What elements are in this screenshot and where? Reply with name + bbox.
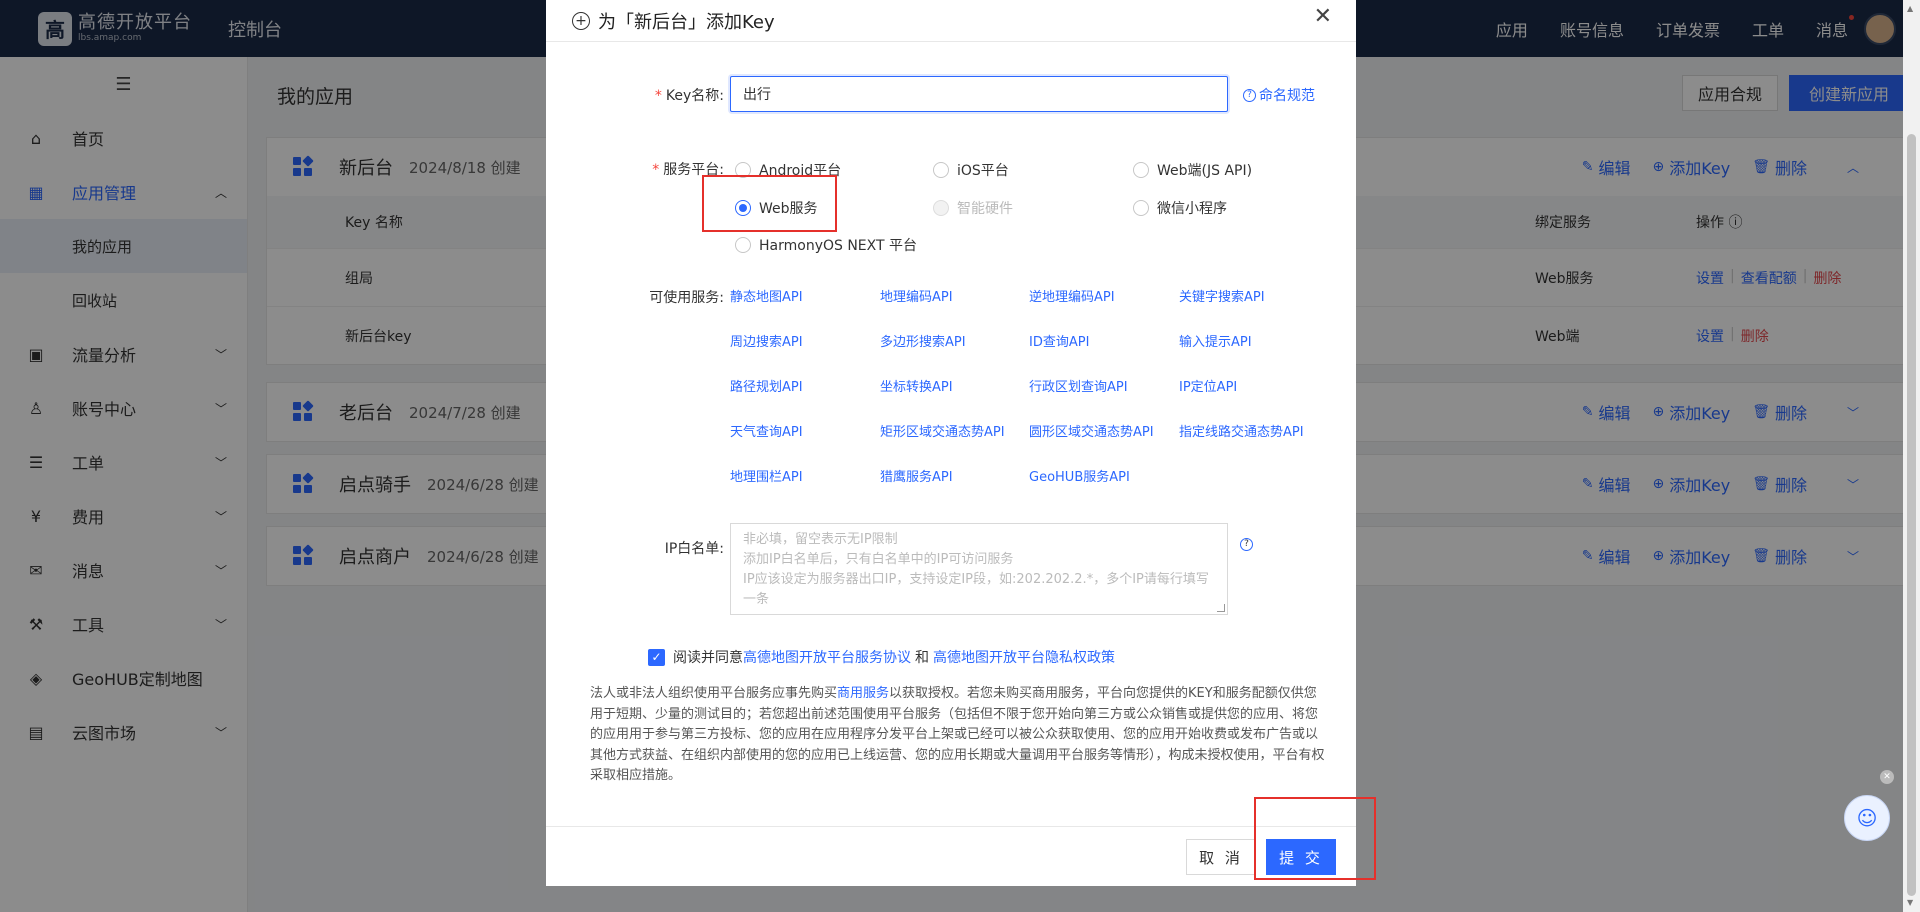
service-link[interactable]: 坐标转换API: [880, 376, 953, 395]
agree-prefix: 阅读并同意: [673, 650, 743, 666]
platform-label: * 服务平台:: [652, 162, 724, 178]
service-link[interactable]: 矩形区域交通态势API: [880, 421, 1005, 440]
resize-handle-icon[interactable]: [1217, 604, 1225, 612]
key-name-label: * Key名称:: [654, 88, 724, 104]
service-link[interactable]: IP定位API: [1179, 376, 1237, 395]
naming-rule-link[interactable]: ? 命名规范: [1243, 85, 1315, 105]
service-link[interactable]: 指定线路交通态势API: [1179, 421, 1304, 440]
question-icon[interactable]: ?: [1240, 538, 1253, 551]
service-link[interactable]: GeoHUB服务API: [1029, 466, 1130, 485]
ip-whitelist-textarea[interactable]: 非必填，留空表示无IP限制 添加IP白名单后，只有白名单中的IP可访问服务 IP…: [730, 523, 1228, 615]
key-name-input[interactable]: 出行: [730, 76, 1228, 112]
service-link[interactable]: 猎鹰服务API: [880, 466, 953, 485]
available-services-label: 可使用服务:: [649, 290, 724, 306]
annotation-box: [702, 175, 837, 232]
service-link[interactable]: 行政区划查询API: [1029, 376, 1128, 395]
service-link[interactable]: 路径规划API: [730, 376, 803, 395]
service-link[interactable]: 输入提示API: [1179, 331, 1252, 350]
service-link[interactable]: 圆形区域交通态势API: [1029, 421, 1154, 440]
cancel-button[interactable]: 取 消: [1186, 839, 1256, 875]
radio-web-js-api[interactable]: Web端(JS API): [1133, 160, 1252, 180]
add-circle-icon: +: [572, 11, 590, 30]
service-agreement-link[interactable]: 高德地图开放平台服务协议: [743, 647, 911, 667]
scroll-up-icon[interactable]: ▲: [1907, 4, 1913, 13]
scroll-down-icon[interactable]: ▼: [1907, 898, 1913, 907]
privacy-policy-link[interactable]: 高德地图开放平台隐私权政策: [933, 647, 1115, 667]
commercial-service-link[interactable]: 商用服务: [837, 686, 889, 701]
radio-wechat-mini-program[interactable]: 微信小程序: [1133, 198, 1227, 218]
service-link[interactable]: ID查询API: [1029, 331, 1089, 350]
agree-checkbox[interactable]: ✓: [648, 648, 665, 666]
service-link[interactable]: 周边搜索API: [730, 331, 803, 350]
agreement-row: ✓ 阅读并同意 高德地图开放平台服务协议 和 高德地图开放平台隐私权政策: [648, 647, 1115, 667]
dialog-footer: 取 消 提 交: [546, 826, 1356, 886]
page-scrollbar[interactable]: ▲ ▼: [1903, 0, 1920, 912]
service-link[interactable]: 关键字搜索API: [1179, 286, 1265, 305]
service-link[interactable]: 地理围栏API: [730, 466, 803, 485]
radio-harmonyos-next[interactable]: HarmonyOS NEXT 平台: [735, 235, 917, 255]
service-link[interactable]: 逆地理编码API: [1029, 286, 1115, 305]
scroll-thumb[interactable]: [1907, 134, 1916, 896]
ip-placeholder-line: 一条: [743, 592, 770, 607]
commercial-use-notice: 法人或非法人组织使用平台服务应事先购买商用服务以获取授权。若您未购买商用服务，平…: [590, 686, 1325, 783]
service-link[interactable]: 多边形搜索API: [880, 331, 966, 350]
service-link[interactable]: 地理编码API: [880, 286, 953, 305]
service-link[interactable]: 天气查询API: [730, 421, 803, 440]
add-key-dialog: + 为「新后台」添加Key ✕ * Key名称: 出行 ? 命名规范 * 服务平台: …: [546, 0, 1356, 886]
radio-ios[interactable]: iOS平台: [933, 160, 1009, 180]
radio-smart-hardware: 智能硬件: [933, 198, 1013, 218]
close-icon[interactable]: ✕: [1880, 770, 1894, 784]
ip-placeholder-line: IP应该设定为服务器出口IP，支持设定IP段，如:202.202.2.*，多个I…: [743, 572, 1209, 587]
ip-whitelist-label: IP白名单:: [664, 541, 724, 557]
dialog-title: 为「新后台」添加Key: [598, 11, 775, 33]
close-icon[interactable]: ✕: [1314, 4, 1332, 29]
annotation-box: [1254, 797, 1376, 880]
ip-placeholder-line: 非必填，留空表示无IP限制: [743, 532, 898, 547]
support-bot-icon[interactable]: ☺: [1844, 795, 1890, 841]
ip-placeholder-line: 添加IP白名单后，只有白名单中的IP可访问服务: [743, 552, 1014, 567]
question-icon: ?: [1243, 88, 1256, 102]
agree-and: 和: [915, 650, 929, 666]
service-link[interactable]: 静态地图API: [730, 286, 803, 305]
